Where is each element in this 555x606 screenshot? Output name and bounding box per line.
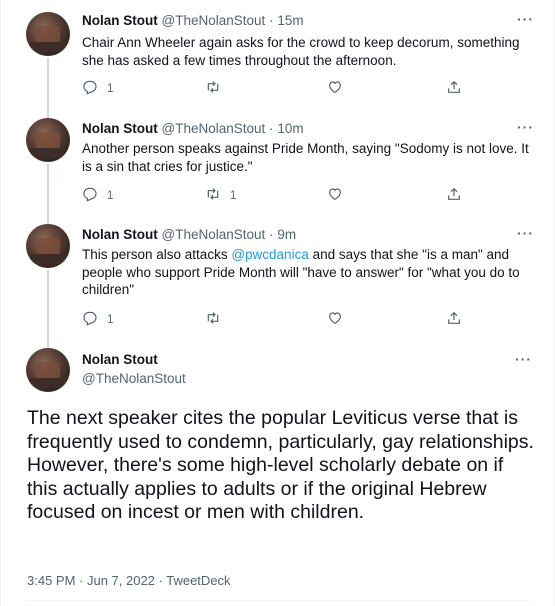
tweet-actions: 1 1	[82, 186, 482, 204]
tweet-time[interactable]: 9m	[277, 227, 296, 242]
reply-icon	[82, 79, 98, 98]
avatar[interactable]	[26, 224, 70, 268]
like-button[interactable]	[327, 186, 352, 205]
author-name[interactable]: Nolan Stout	[82, 227, 158, 242]
more-icon[interactable]: ···	[517, 225, 534, 241]
author-handle[interactable]: @TheNolanStout	[162, 121, 266, 136]
tweet[interactable]: Nolan Stout @TheNolanStout · 10m ··· Ano…	[1, 110, 555, 216]
reply-icon	[82, 186, 98, 205]
reply-button[interactable]: 1	[82, 79, 113, 98]
author-name[interactable]: Nolan Stout	[82, 13, 158, 28]
like-button[interactable]	[327, 79, 352, 98]
like-icon	[327, 79, 343, 98]
share-button[interactable]	[446, 310, 462, 329]
retweet-icon	[205, 79, 221, 98]
more-icon[interactable]: ···	[517, 119, 534, 135]
divider	[27, 600, 530, 601]
share-icon	[446, 310, 462, 329]
tweet-header: Nolan Stout @TheNolanStout · 10m	[82, 121, 304, 136]
reply-count: 1	[107, 82, 114, 95]
reply-count: 1	[107, 189, 114, 202]
share-button[interactable]	[446, 79, 462, 98]
tweet-text: This person also attacks @pwcdanica and …	[82, 246, 532, 299]
retweet-button[interactable]	[205, 310, 230, 329]
share-icon	[446, 79, 462, 98]
like-icon	[327, 186, 343, 205]
tweet-time[interactable]: 10m	[277, 121, 303, 136]
tweet-header: Nolan Stout @TheNolanStout · 9m	[82, 227, 296, 242]
reply-button[interactable]: 1	[82, 310, 113, 329]
author-handle[interactable]: @TheNolanStout	[162, 227, 266, 242]
tweet-actions: 1	[82, 79, 482, 97]
separator: ·	[269, 227, 274, 242]
separator: ·	[269, 13, 274, 28]
retweet-icon	[205, 186, 221, 205]
tweet-thread: Nolan Stout @TheNolanStout · 15m ··· Cha…	[0, 0, 555, 606]
author-name[interactable]: Nolan Stout	[82, 352, 158, 367]
tweet-time[interactable]: 15m	[277, 13, 303, 28]
more-icon[interactable]: ···	[517, 11, 534, 27]
tweet-text: Another person speaks against Pride Mont…	[82, 141, 529, 174]
tweet-timestamp[interactable]: 3:45 PM · Jun 7, 2022 · TweetDeck	[27, 573, 231, 588]
more-icon[interactable]: ···	[515, 351, 532, 367]
main-tweet-text: The next speaker cites the popular Levit…	[27, 407, 534, 523]
retweet-count: 1	[230, 189, 237, 202]
author-handle[interactable]: @TheNolanStout	[82, 371, 186, 386]
share-button[interactable]	[446, 186, 462, 205]
separator: ·	[269, 121, 274, 136]
like-button[interactable]	[327, 310, 352, 329]
reply-count: 1	[107, 313, 114, 326]
tweet-header: Nolan Stout @TheNolanStout · 15m	[82, 13, 304, 28]
tweet-actions: 1	[82, 310, 482, 328]
tweet-text: Chair Ann Wheeler again asks for the cro…	[82, 35, 520, 68]
author-name[interactable]: Nolan Stout	[82, 121, 158, 136]
reply-button[interactable]: 1	[82, 186, 113, 205]
retweet-button[interactable]: 1	[205, 186, 236, 205]
avatar[interactable]	[26, 12, 70, 56]
avatar[interactable]	[26, 348, 70, 392]
retweet-button[interactable]	[205, 79, 230, 98]
tweet[interactable]: Nolan Stout @TheNolanStout · 9m ··· This…	[1, 216, 555, 340]
reply-icon	[82, 310, 98, 329]
tweet-text-part: This person also attacks	[82, 247, 232, 262]
retweet-icon	[205, 310, 221, 329]
share-icon	[446, 186, 462, 205]
mention-link[interactable]: @pwcdanica	[231, 247, 309, 262]
author-handle[interactable]: @TheNolanStout	[162, 13, 266, 28]
tweet[interactable]: Nolan Stout @TheNolanStout · 15m ··· Cha…	[1, 0, 555, 110]
avatar[interactable]	[26, 118, 70, 162]
like-icon	[327, 310, 343, 329]
